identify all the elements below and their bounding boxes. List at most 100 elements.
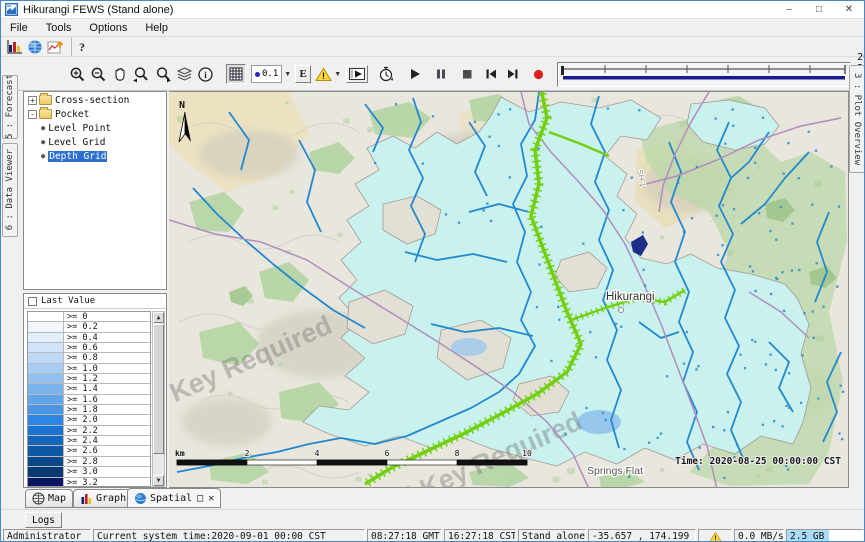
info-button[interactable]: i [195,63,216,85]
tab-plot-overview-label: 3 : Plot Overview [852,73,862,165]
zoom-next-button[interactable] [152,63,174,85]
legend-value-label: >= 2.8 [64,457,98,466]
legend-row[interactable]: >= 1.4 [28,384,150,394]
legend-color-swatch [28,364,64,373]
legend-row[interactable]: >= 0.6 [28,343,150,353]
legend-color-swatch [28,333,64,342]
folder-icon [39,109,52,119]
menu-file[interactable]: File [1,22,37,34]
menu-options[interactable]: Options [80,22,136,34]
movie-play-icon [349,68,365,80]
tab-data-viewer-label: 6 : Data Viewer [5,149,15,230]
legend-row[interactable]: >= 0.2 [28,322,150,332]
expand-toggle[interactable]: + [28,96,37,105]
map-display-button[interactable] [25,36,45,58]
record-button[interactable] [530,63,547,85]
legend-row[interactable]: >= 2.4 [28,436,150,446]
tab-spatial[interactable]: Spatial □ ✕ [127,488,221,508]
legend-row[interactable]: >= 2.8 [28,457,150,467]
status-local-time: 16:27:18 CST [444,529,516,542]
minimize-button[interactable]: – [774,1,804,18]
legend-row[interactable]: >= 1.2 [28,374,150,384]
zoom-previous-button[interactable] [130,63,152,85]
legend-value-label: >= 0.4 [64,333,98,342]
skip-to-end-button[interactable] [504,63,522,85]
tab-graph[interactable]: Graph [73,489,133,508]
timeseries-display-button[interactable] [45,36,66,58]
tab-graph-label: Graph [96,493,126,504]
tree-node-level-point[interactable]: ● Level Point [24,122,166,134]
tab-data-viewer[interactable]: 6 : Data Viewer [2,143,18,237]
legend-row[interactable]: >= 1.0 [28,364,150,374]
scroll-up-icon[interactable]: ▲ [153,312,164,323]
legend-value-label: >= 0 [64,312,87,321]
tree-node-depth-grid[interactable]: ● Depth Grid [24,150,166,162]
legend-color-swatch [28,353,64,362]
tab-maximize-icon[interactable]: □ [197,493,203,504]
contour-interval-dropdown[interactable]: 0.1 ▼ [249,63,293,85]
tab-map[interactable]: Map [25,489,73,508]
legend-row[interactable]: >= 2.0 [28,415,150,425]
legend-value-label: >= 0.6 [64,343,98,352]
stop-button[interactable] [458,63,476,85]
layer-tree: + Cross-section - Pocket ● Level Point ●… [23,91,167,290]
legend-row[interactable]: >= 3.0 [28,467,150,477]
movie-player-button[interactable] [346,65,368,83]
menu-tools[interactable]: Tools [37,22,81,34]
bar-chart-icon [7,39,23,55]
logs-button[interactable]: Logs [25,512,62,528]
legend-row[interactable]: >= 1.8 [28,405,150,415]
collapse-toggle[interactable]: - [28,110,37,119]
close-button[interactable]: ✕ [834,1,864,18]
pan-button[interactable] [109,63,130,85]
show-grid-button[interactable] [226,64,246,84]
node-bullet-icon: ● [41,124,45,132]
skip-to-start-button[interactable] [482,63,500,85]
tree-node-label: Level Grid [48,137,105,148]
legend-row[interactable]: >= 0.4 [28,333,150,343]
map-view[interactable]: API Key Required API Key Required [169,91,849,488]
time-slider[interactable] [557,62,851,87]
zoom-out-button[interactable] [88,63,109,85]
grid-icon [229,67,243,81]
skip-start-icon [484,67,498,81]
thresholds-dropdown[interactable]: ! ▼ [313,63,343,85]
legend-panel: Last Value >= 0>= 0.2>= 0.4>= 0.6>= 0.8>… [23,293,167,488]
legend-value-label: >= 0.2 [64,322,98,331]
time-slider-track [558,63,850,81]
legend-row[interactable]: >= 1.6 [28,395,150,405]
maximize-button[interactable]: □ [804,1,834,18]
help-button[interactable]: ? [77,36,87,58]
pause-button[interactable] [432,63,450,85]
play-button[interactable] [406,63,424,85]
legend-row[interactable]: >= 3.2 [28,478,150,488]
grid-display-button[interactable] [5,36,25,58]
tab-plot-overview[interactable]: 3 : Plot Overview [849,65,865,173]
scroll-down-icon[interactable]: ▼ [153,475,164,486]
tree-node-level-grid[interactable]: ● Level Grid [24,136,166,148]
pause-icon [434,67,448,81]
scrollbar-thumb[interactable] [153,324,164,454]
animation-timer-button[interactable] [376,63,398,85]
legend-row[interactable]: >= 0.8 [28,353,150,363]
node-bullet-icon: ● [41,138,45,146]
status-warning-cell[interactable]: ! [698,529,732,542]
tab-forecast[interactable]: 5 : Forecast [2,75,18,139]
chevron-down-icon: ▼ [284,71,291,78]
legend-row[interactable]: >= 2.6 [28,446,150,456]
legend-row[interactable]: >= 2.2 [28,426,150,436]
tree-node-label: Level Point [48,123,111,134]
tree-node-cross-section[interactable]: + Cross-section [24,94,166,106]
classified-legend-button[interactable]: E [293,63,313,85]
legend-row[interactable]: >= 0 [28,312,150,322]
menu-help[interactable]: Help [136,22,177,34]
tab-close-icon[interactable]: ✕ [208,493,214,504]
tree-node-pocket[interactable]: - Pocket [24,108,166,120]
pan-hand-icon [111,66,128,83]
layers-button[interactable] [174,63,195,85]
legend-color-swatch [28,426,64,435]
zoom-in-button[interactable] [67,63,88,85]
last-value-checkbox[interactable] [28,297,37,306]
legend-color-swatch [28,322,64,331]
legend-scrollbar[interactable]: ▲ ▼ [152,311,165,487]
